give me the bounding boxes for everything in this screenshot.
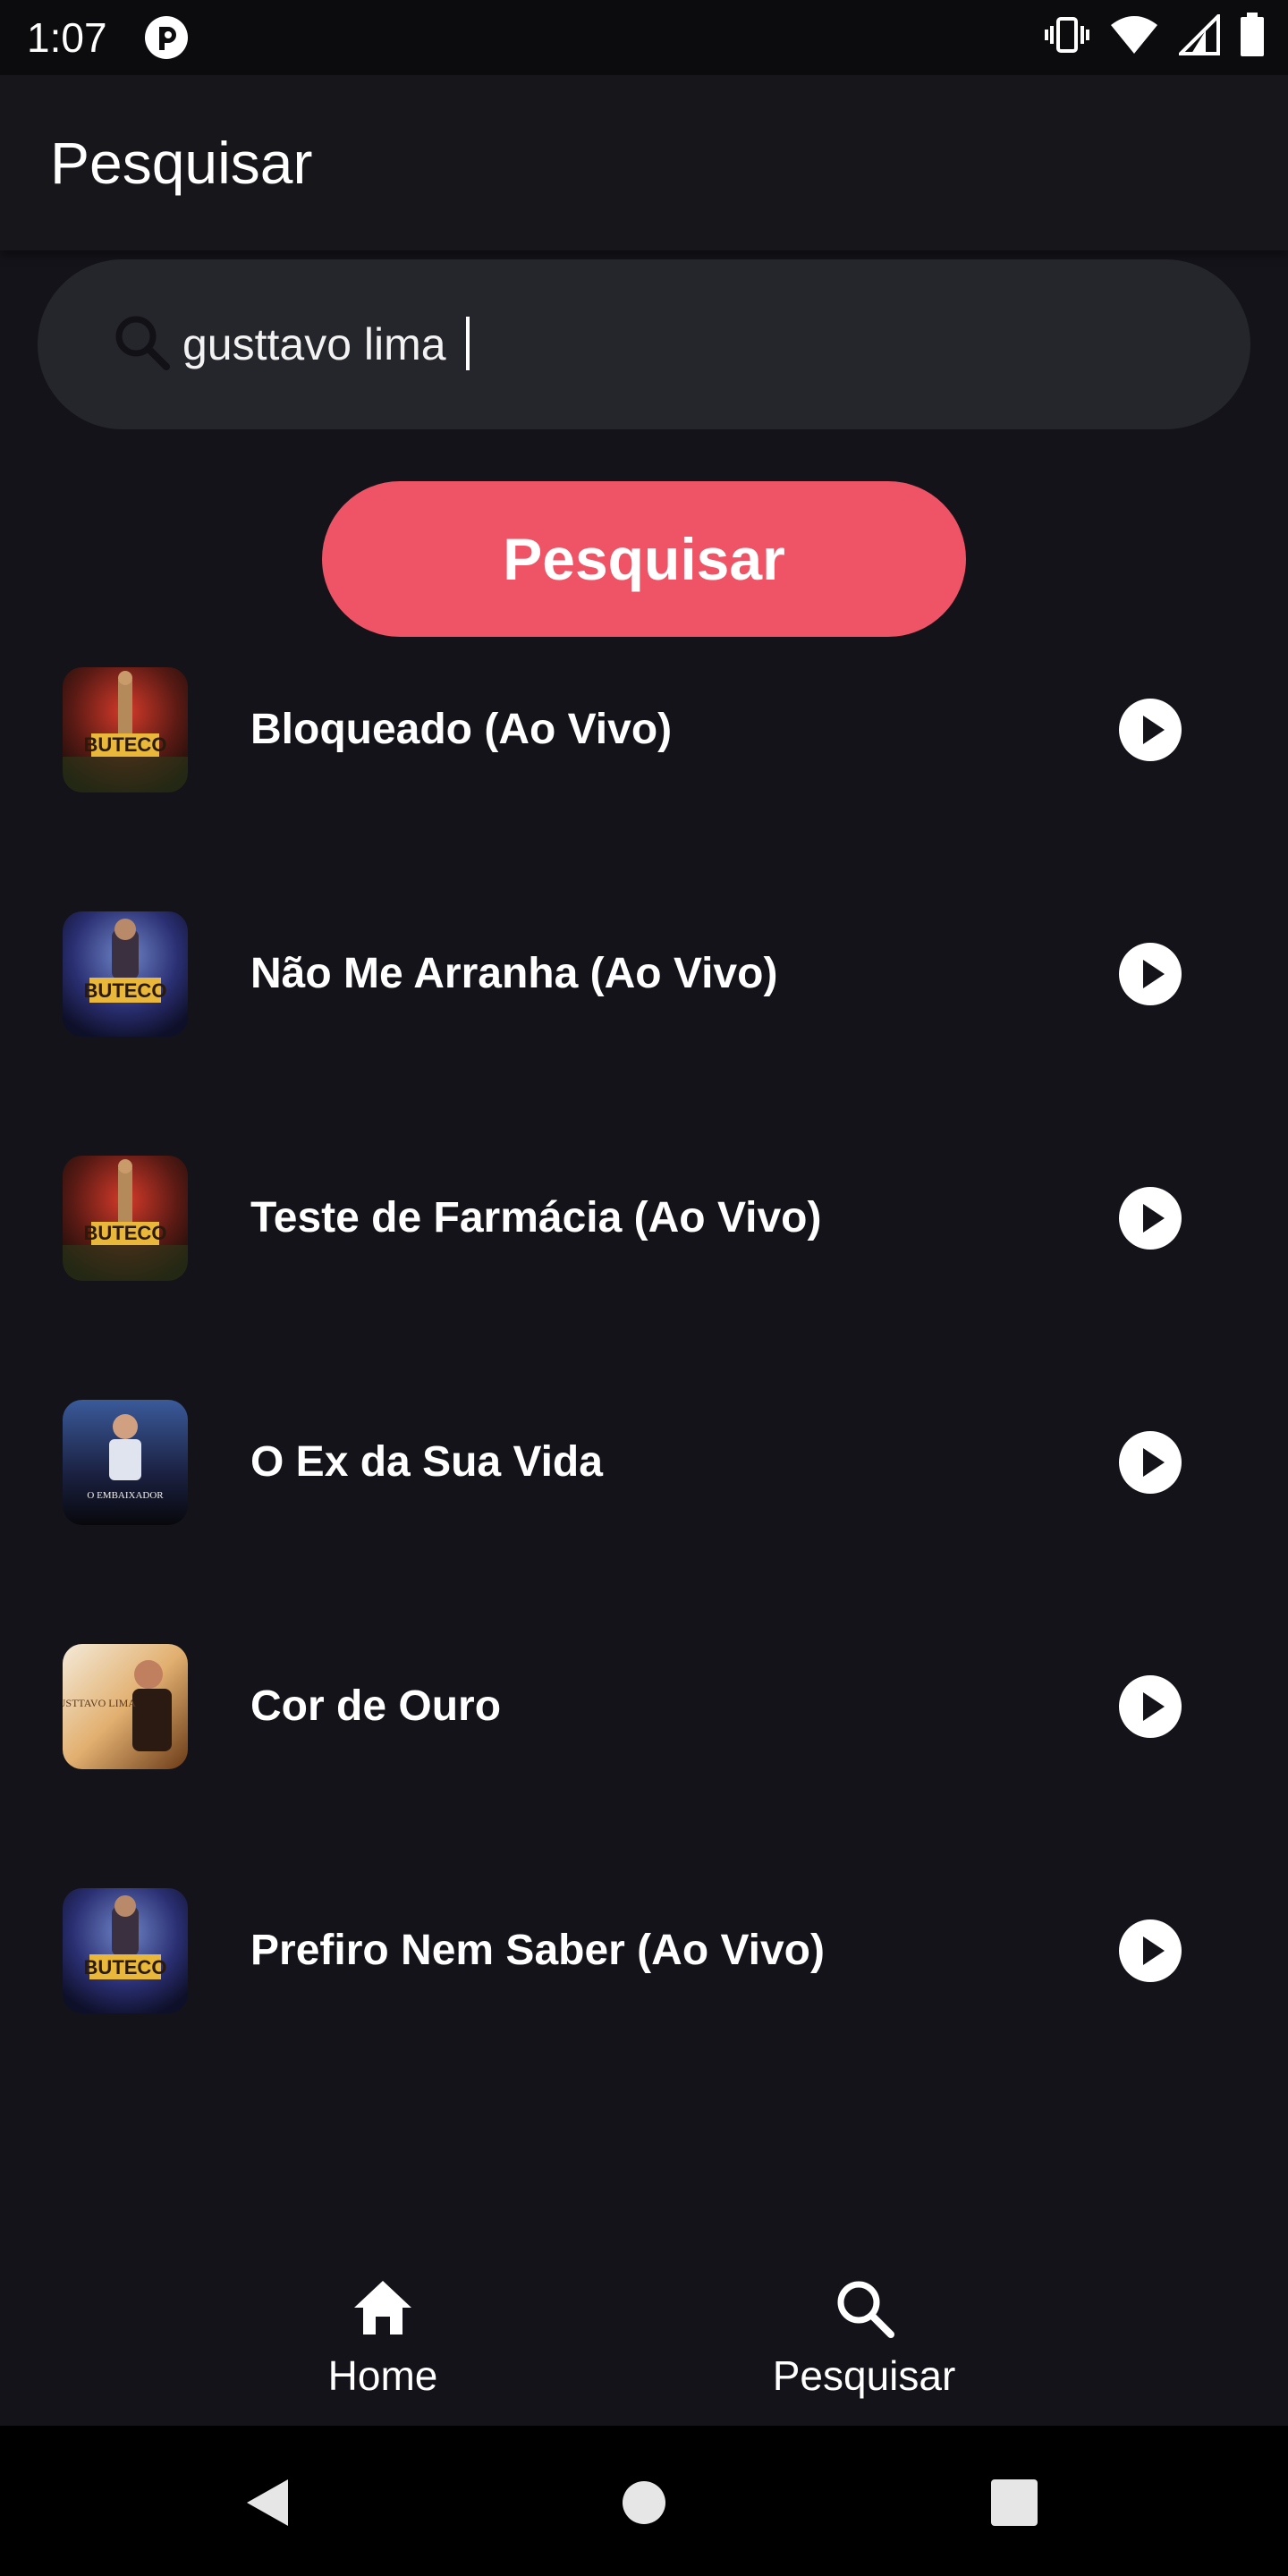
song-title: Não Me Arranha (Ao Vivo) bbox=[250, 950, 778, 997]
album-cover: BUTECO bbox=[63, 1156, 188, 1281]
app-notification-icon bbox=[145, 16, 188, 59]
text-caret bbox=[466, 317, 470, 370]
list-item[interactable]: O EMBAIXADOR O Ex da Sua Vida bbox=[0, 1400, 1288, 1643]
nav-item-home[interactable]: Home bbox=[249, 2236, 517, 2426]
play-icon[interactable] bbox=[1118, 942, 1182, 1006]
play-icon[interactable] bbox=[1118, 1919, 1182, 1983]
search-icon bbox=[837, 2281, 894, 2338]
album-cover-text: BUTECO bbox=[84, 1222, 167, 1244]
album-cover: BUTECO bbox=[63, 1888, 188, 2013]
list-item[interactable]: BUTECO Bloqueado (Ao Vivo) bbox=[0, 667, 1288, 911]
recents-icon[interactable] bbox=[991, 2479, 1038, 2526]
system-navigation-bar bbox=[0, 2426, 1288, 2576]
wifi-icon bbox=[1111, 16, 1157, 54]
song-title: Cor de Ouro bbox=[250, 1682, 502, 1730]
nav-item-search[interactable]: Pesquisar bbox=[730, 2236, 998, 2426]
search-icon bbox=[115, 316, 170, 370]
nav-label-search: Pesquisar bbox=[772, 2352, 956, 2399]
play-icon[interactable] bbox=[1118, 1674, 1182, 1739]
search-button[interactable]: Pesquisar bbox=[322, 481, 966, 637]
song-title: Bloqueado (Ao Vivo) bbox=[250, 706, 673, 753]
search-bar[interactable] bbox=[38, 259, 1250, 429]
album-cover-text: BUTECO bbox=[84, 1956, 167, 1979]
song-title: Prefiro Nem Saber (Ao Vivo) bbox=[250, 1927, 825, 1974]
home-icon bbox=[354, 2281, 411, 2334]
vibrate-icon bbox=[1045, 17, 1089, 53]
play-icon[interactable] bbox=[1118, 1430, 1182, 1495]
status-bar: 1:07 bbox=[0, 0, 1288, 75]
list-item[interactable]: BUTECO Prefiro Nem Saber (Ao Vivo) bbox=[0, 1888, 1288, 2131]
list-item[interactable]: BUTECO Teste de Farmácia (Ao Vivo) bbox=[0, 1156, 1288, 1399]
home-circle-icon[interactable] bbox=[621, 2479, 667, 2526]
search-input[interactable] bbox=[181, 299, 1168, 390]
album-cover-text: BUTECO bbox=[84, 979, 167, 1002]
album-cover-text: BUTECO bbox=[84, 733, 167, 756]
album-cover-text: O EMBAIXADOR bbox=[87, 1490, 164, 1501]
album-cover: GUSTTAVO LIMA bbox=[63, 1644, 188, 1769]
screen: 1:07 Pesquisar gusttavo lima Pesquisar B… bbox=[0, 0, 1288, 2576]
album-cover: BUTECO bbox=[63, 911, 188, 1037]
status-time: 1:07 bbox=[27, 14, 107, 61]
battery-icon bbox=[1241, 13, 1264, 56]
app-bar: Pesquisar bbox=[0, 75, 1288, 250]
signal-icon bbox=[1179, 14, 1220, 55]
song-title: Teste de Farmácia (Ao Vivo) bbox=[250, 1194, 822, 1241]
list-item[interactable]: GUSTTAVO LIMA Cor de Ouro bbox=[0, 1644, 1288, 1887]
album-cover: O EMBAIXADOR bbox=[63, 1400, 188, 1525]
play-icon[interactable] bbox=[1118, 1186, 1182, 1250]
album-cover: BUTECO bbox=[63, 667, 188, 792]
bottom-navigation: Home Pesquisar bbox=[0, 2236, 1288, 2426]
play-icon[interactable] bbox=[1118, 698, 1182, 762]
album-cover-text: GUSTTAVO LIMA bbox=[63, 1697, 136, 1709]
back-icon[interactable] bbox=[242, 2476, 292, 2529]
page-title: Pesquisar bbox=[50, 130, 313, 196]
song-title: O Ex da Sua Vida bbox=[250, 1438, 603, 1486]
status-icons bbox=[1045, 13, 1265, 57]
list-item[interactable]: BUTECO Não Me Arranha (Ao Vivo) bbox=[0, 911, 1288, 1155]
nav-label-home: Home bbox=[327, 2352, 438, 2399]
